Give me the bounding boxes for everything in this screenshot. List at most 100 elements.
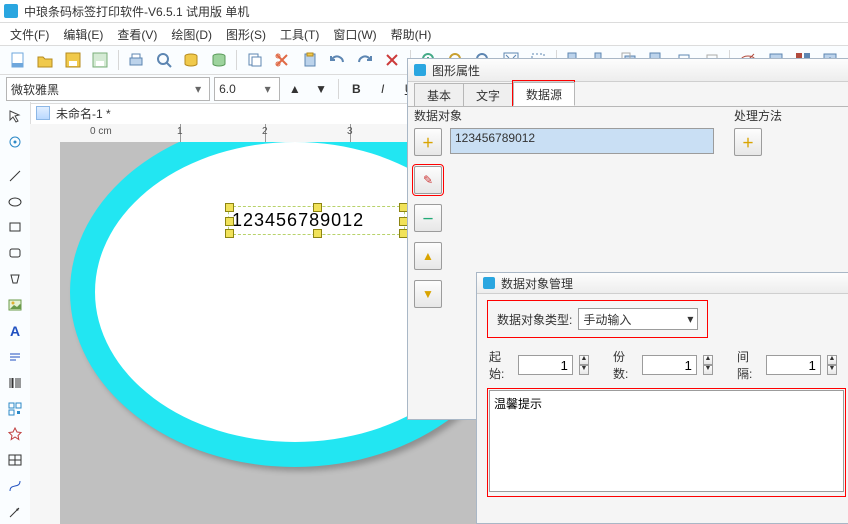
italic-button[interactable]: I bbox=[372, 77, 394, 101]
font-family-value: 微软雅黑 bbox=[11, 81, 59, 98]
cut-button[interactable] bbox=[271, 48, 294, 72]
properties-tabs: 基本 文字 数据源 bbox=[408, 82, 848, 107]
menu-draw[interactable]: 绘图(D) bbox=[165, 24, 218, 45]
move-down-button[interactable]: ▼ bbox=[414, 280, 442, 308]
add-process-button[interactable]: ＋ bbox=[734, 128, 762, 156]
tool-table[interactable] bbox=[3, 448, 27, 472]
resize-handle[interactable] bbox=[313, 203, 322, 212]
tool-ellipse[interactable] bbox=[3, 190, 27, 214]
pencil-icon: ✎ bbox=[423, 173, 433, 187]
tool-line[interactable] bbox=[3, 164, 27, 188]
print-preview-button[interactable] bbox=[152, 48, 175, 72]
move-up-button[interactable]: ▲ bbox=[414, 242, 442, 270]
window-title: 中琅条码标签打印软件-V6.5.1 试用版 单机 bbox=[24, 3, 249, 20]
tip-textarea[interactable] bbox=[489, 390, 844, 492]
save-button[interactable] bbox=[61, 48, 84, 72]
resize-handle[interactable] bbox=[225, 229, 234, 238]
font-family-select[interactable]: 微软雅黑 ▾ bbox=[6, 77, 210, 101]
highlight-box: 数据对象类型: 手动输入 ▾ bbox=[489, 302, 706, 336]
remove-data-button[interactable]: － bbox=[414, 204, 442, 232]
app-icon bbox=[4, 4, 18, 18]
new-file-button[interactable] bbox=[6, 48, 29, 72]
database-button[interactable] bbox=[180, 48, 203, 72]
tool-rect[interactable] bbox=[3, 215, 27, 239]
resize-handle[interactable] bbox=[225, 217, 234, 226]
font-size-up-button[interactable]: ▲ bbox=[284, 77, 306, 101]
add-data-button[interactable]: ＋ bbox=[414, 128, 442, 156]
tool-qrcode[interactable] bbox=[3, 397, 27, 421]
dialog-icon bbox=[414, 64, 426, 76]
menu-edit[interactable]: 编辑(E) bbox=[57, 24, 109, 45]
separator bbox=[118, 50, 119, 70]
menu-window[interactable]: 窗口(W) bbox=[327, 24, 382, 45]
edit-data-button[interactable]: ✎ bbox=[414, 166, 442, 194]
selection-rect bbox=[228, 206, 405, 235]
print-button[interactable] bbox=[125, 48, 148, 72]
tab-text[interactable]: 文字 bbox=[463, 83, 513, 106]
resize-handle[interactable] bbox=[313, 229, 322, 238]
arrow-up-icon: ▲ bbox=[422, 249, 434, 263]
redo-button[interactable] bbox=[353, 48, 376, 72]
menu-shape[interactable]: 图形(S) bbox=[220, 24, 272, 45]
tool-polygon[interactable] bbox=[3, 267, 27, 291]
document-tab-title[interactable]: 未命名-1 * bbox=[56, 105, 111, 122]
tool-text[interactable]: A bbox=[3, 319, 27, 343]
tool-target[interactable] bbox=[3, 130, 27, 154]
tool-star[interactable] bbox=[3, 422, 27, 446]
start-input[interactable] bbox=[518, 355, 573, 375]
highlight-box: 数据源 bbox=[512, 80, 575, 106]
ruler-label-2: 2 bbox=[262, 126, 268, 137]
dropdown-icon: ▾ bbox=[687, 312, 693, 326]
ruler-label-3: 3 bbox=[347, 126, 353, 137]
delete-button[interactable] bbox=[380, 48, 403, 72]
tool-roundrect[interactable] bbox=[3, 241, 27, 265]
dropdown-icon: ▾ bbox=[191, 79, 205, 99]
save-as-button[interactable] bbox=[88, 48, 111, 72]
separator bbox=[236, 50, 237, 70]
bold-button[interactable]: B bbox=[345, 77, 367, 101]
arrow-down-icon: ▼ bbox=[422, 287, 434, 301]
ruler-vertical bbox=[30, 124, 61, 524]
count-spinner[interactable]: ▲▼ bbox=[703, 355, 713, 375]
gap-spinner[interactable]: ▲▼ bbox=[827, 355, 837, 375]
open-file-button[interactable] bbox=[33, 48, 56, 72]
data-object-manage-dialog[interactable]: 数据对象管理 数据对象类型: 手动输入 ▾ 起始: ▲▼ 份数: ▲▼ 间隔: … bbox=[476, 272, 848, 524]
dropdown-icon: ▾ bbox=[261, 79, 275, 99]
start-label: 起始: bbox=[489, 348, 512, 382]
undo-button[interactable] bbox=[326, 48, 349, 72]
properties-dialog-title[interactable]: 图形属性 bbox=[408, 59, 848, 82]
dialog-icon bbox=[483, 277, 495, 289]
ruler-label-0: 0 cm bbox=[90, 126, 112, 137]
tab-datasource[interactable]: 数据源 bbox=[513, 82, 575, 106]
paste-button[interactable] bbox=[298, 48, 321, 72]
menu-tool[interactable]: 工具(T) bbox=[274, 24, 325, 45]
data-type-select[interactable]: 手动输入 ▾ bbox=[578, 308, 698, 330]
tool-curve[interactable] bbox=[3, 474, 27, 498]
data-object-buttons: ＋ ✎ － ▲ ▼ bbox=[414, 128, 442, 308]
data-type-value: 手动输入 bbox=[583, 311, 631, 328]
data-object-list-item[interactable]: 123456789012 bbox=[450, 128, 714, 154]
minus-icon: － bbox=[422, 210, 434, 227]
font-size-select[interactable]: 6.0 ▾ bbox=[214, 77, 279, 101]
side-toolbox: A bbox=[0, 102, 31, 524]
gap-input[interactable] bbox=[766, 355, 821, 375]
tool-pointer[interactable] bbox=[3, 104, 27, 128]
tool-image[interactable] bbox=[3, 293, 27, 317]
ruler-label-1: 1 bbox=[177, 126, 183, 137]
menu-view[interactable]: 查看(V) bbox=[111, 24, 163, 45]
resize-handle[interactable] bbox=[225, 203, 234, 212]
database2-button[interactable] bbox=[207, 48, 230, 72]
menu-help[interactable]: 帮助(H) bbox=[385, 24, 438, 45]
tool-barcode[interactable] bbox=[3, 371, 27, 395]
menu-file[interactable]: 文件(F) bbox=[4, 24, 55, 45]
start-spinner[interactable]: ▲▼ bbox=[579, 355, 589, 375]
copy-button[interactable] bbox=[243, 48, 266, 72]
tool-arrow[interactable] bbox=[3, 500, 27, 524]
tab-basic[interactable]: 基本 bbox=[414, 83, 464, 106]
count-input[interactable] bbox=[642, 355, 697, 375]
font-size-down-button[interactable]: ▼ bbox=[310, 77, 332, 101]
data-object-manage-title[interactable]: 数据对象管理 bbox=[477, 273, 848, 294]
menu-bar: 文件(F) 编辑(E) 查看(V) 绘图(D) 图形(S) 工具(T) 窗口(W… bbox=[0, 23, 848, 46]
tool-richtext[interactable] bbox=[3, 345, 27, 369]
properties-title-text: 图形属性 bbox=[432, 62, 480, 79]
